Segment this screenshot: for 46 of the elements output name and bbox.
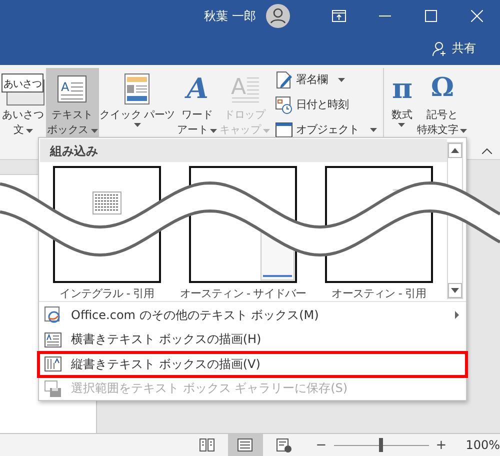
avatar-icon[interactable] bbox=[266, 4, 290, 28]
vertical-text-box-icon bbox=[44, 356, 62, 372]
ribbon-button[interactable]: A ワード アート bbox=[176, 68, 218, 141]
text-box-icon: A bbox=[57, 75, 88, 103]
menu-item[interactable]: 縦書きテキスト ボックスの描画(V) bbox=[38, 352, 467, 376]
view-button[interactable] bbox=[228, 434, 262, 456]
close-icon bbox=[471, 10, 483, 22]
symbol-icon: Ω bbox=[428, 74, 456, 104]
equation-icon: π bbox=[388, 72, 415, 106]
menu-item[interactable]: 横書きテキスト ボックスの描画(H) bbox=[38, 328, 467, 352]
web-page-icon bbox=[276, 438, 292, 452]
save-gallery-icon bbox=[44, 380, 62, 398]
user-name: 秋葉 一郎 bbox=[204, 8, 256, 24]
down-arrow-icon bbox=[451, 288, 459, 293]
ribbon-display-icon bbox=[332, 10, 346, 22]
share-button[interactable]: 共有 bbox=[430, 38, 478, 59]
horizontal-text-box-icon bbox=[44, 332, 62, 348]
zoom-slider-thumb[interactable] bbox=[379, 438, 384, 452]
scroll-up-button[interactable] bbox=[448, 143, 462, 158]
page-lines-icon bbox=[237, 438, 254, 452]
gallery-item-label: オースティン - サイドバー bbox=[180, 286, 306, 301]
ribbon-button[interactable]: クイック パーツ bbox=[98, 68, 176, 130]
calendar-clock-icon bbox=[274, 96, 293, 114]
ribbon-button[interactable]: π 数式 bbox=[388, 68, 416, 130]
document-layout-icon bbox=[124, 73, 150, 105]
maximize-icon bbox=[425, 10, 437, 22]
minimize-icon bbox=[379, 15, 391, 17]
gallery-item-label: インテグラル - 引用 bbox=[60, 286, 154, 301]
ribbon-button[interactable]: あいさつ あいさつ 文 bbox=[0, 68, 46, 141]
gallery-header: 組み込み bbox=[40, 139, 447, 162]
globe-document-icon bbox=[44, 306, 62, 324]
ribbon-small-button[interactable]: 署名欄 bbox=[272, 68, 379, 91]
ribbon-button[interactable]: Ω 記号と 特殊文字 bbox=[416, 68, 468, 141]
chevron-up-icon[interactable] bbox=[482, 148, 492, 154]
up-arrow-icon bbox=[451, 148, 459, 153]
menu-item[interactable]: Office.com のその他のテキスト ボックス(M) bbox=[38, 303, 467, 328]
add-person-icon bbox=[432, 40, 448, 56]
zoom-percent: 100% bbox=[466, 438, 500, 452]
scroll-down-button[interactable] bbox=[448, 283, 462, 298]
book-icon bbox=[199, 438, 216, 452]
gallery-item-label: オースティン - 引用 bbox=[332, 286, 426, 301]
zoom-out-button[interactable]: − bbox=[312, 438, 330, 452]
ribbon-small-button[interactable]: 日付と時刻 bbox=[272, 93, 379, 116]
pen-document-icon bbox=[274, 70, 293, 88]
zoom-in-button[interactable]: + bbox=[432, 438, 450, 452]
word-art-icon: A bbox=[184, 72, 211, 106]
